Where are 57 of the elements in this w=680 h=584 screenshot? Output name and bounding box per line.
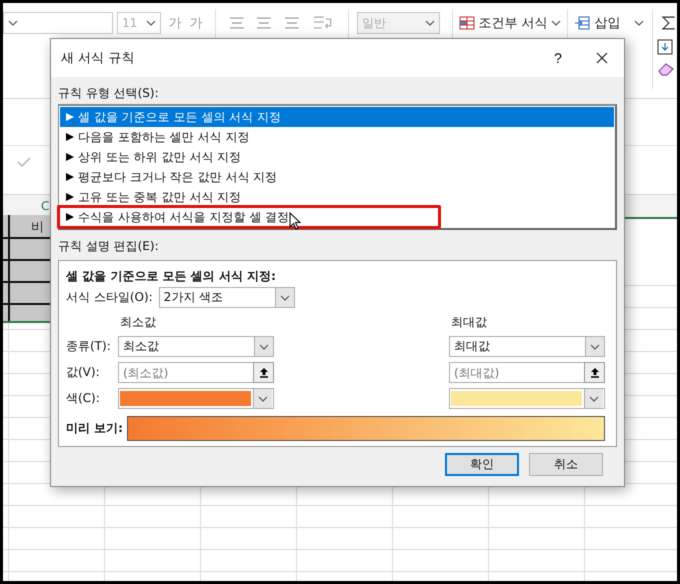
table-icon [458,16,475,30]
range-select-button[interactable] [253,362,274,383]
description-title: 셀 값을 기준으로 모든 셀의 서식 지정: [66,268,277,284]
insert-cells-icon [574,16,590,30]
chevron-down-icon [146,20,156,26]
triangle-right-icon [66,133,74,141]
column-heading: 최대값 [450,314,488,331]
triangle-right-icon [66,153,74,161]
style-dropdown[interactable]: 2가지 색조 [158,287,295,308]
column-heading: 최소값 [119,314,157,331]
chevron-down-icon [258,396,268,402]
rule-type-item[interactable]: 셀 값을 기준으로 모든 셀의 서식 지정 [60,107,614,127]
triangle-right-icon [66,193,74,201]
sum-icon [661,15,677,31]
value-field[interactable]: (최대값) [449,362,584,383]
chevron-down-icon [589,396,599,402]
conditional-format-button[interactable]: 조건부 서식 [458,14,562,32]
align-icon [255,16,273,30]
color-label: 색(C): [66,390,101,407]
chevron-down-icon [8,20,18,26]
font-name-field[interactable] [3,12,114,34]
preview-label: 미리 보기: [66,420,123,437]
style-label: 서식 스타일(O): [66,289,153,306]
insert-button[interactable]: 삽입 [574,14,644,32]
range-select-button[interactable] [584,362,605,383]
chevron-down-icon [590,344,600,350]
check-icon [17,156,31,168]
edit-rule-label: 규칙 설명 편집(E): [58,238,160,254]
dialog-button[interactable]: 취소 [529,453,603,476]
value-label: 값(V): [66,364,101,381]
cell-text: 비 [31,219,44,236]
upload-arrow-icon [258,367,268,378]
chevron-down-icon [551,20,562,26]
chevron-down-icon [259,344,269,350]
chevron-down-icon [634,20,644,26]
chevron-down-icon [280,294,290,300]
type-label: 종류(T): [66,338,112,355]
column-header[interactable]: C [41,199,50,213]
upload-arrow-icon [590,367,600,378]
value-field[interactable]: (최소값) [118,362,253,383]
triangle-right-icon [66,113,74,121]
color-dropdown[interactable] [449,388,605,409]
dialog-button[interactable]: 확인 [445,453,519,476]
triangle-right-icon [66,213,74,221]
help-button[interactable]: ? [536,39,580,77]
close-icon [596,52,608,64]
chevron-down-icon [424,20,435,26]
type-dropdown[interactable]: 최소값 [118,336,274,357]
type-dropdown[interactable]: 최대값 [449,336,605,357]
fill-down-icon [657,39,673,55]
color-dropdown[interactable] [118,388,274,409]
align-icon [282,16,301,30]
dialog-title: 새 서식 규칙 [61,50,134,67]
eraser-icon [657,61,675,77]
align-icon [228,16,246,30]
rule-type-label: 규칙 유형 선택(S): [58,84,160,102]
triangle-right-icon [66,173,74,181]
